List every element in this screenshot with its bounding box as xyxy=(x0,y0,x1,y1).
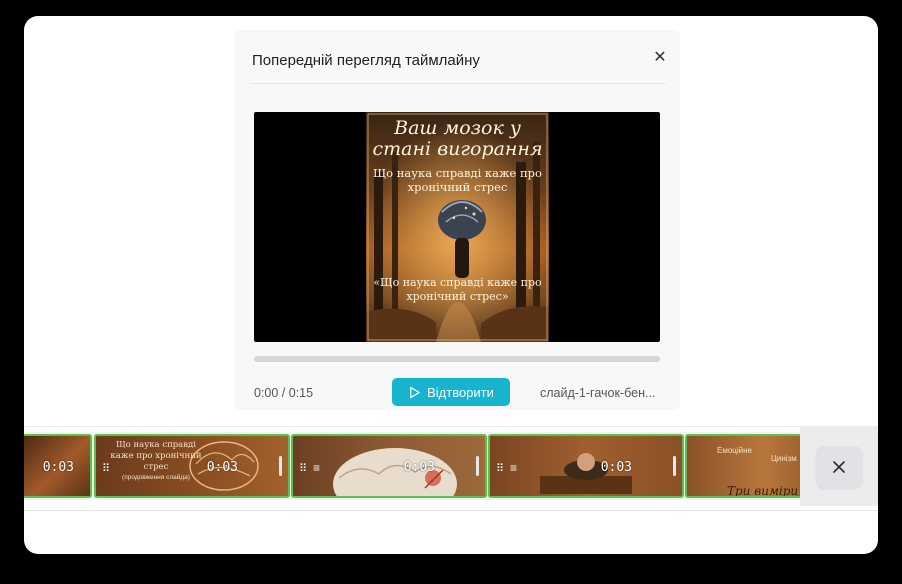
menu-icon[interactable]: ≡ xyxy=(313,461,320,475)
app-window: Попередній перегляд таймлайну ✕ Ваш мозо… xyxy=(24,16,878,554)
close-icon[interactable]: ✕ xyxy=(652,50,668,66)
file-name: слайд-1-гачок-бен... xyxy=(540,386,656,400)
clip-note: (продовження слайда) xyxy=(122,474,190,481)
clip-duration: 0:03 xyxy=(206,460,238,475)
close-button[interactable] xyxy=(816,446,862,488)
timeline-side-panel xyxy=(800,426,878,506)
timeline-track: 0:03 Що наука справді каже про хронічний… xyxy=(24,432,800,500)
divider xyxy=(24,426,878,427)
progress-bar[interactable] xyxy=(254,356,660,362)
video-player[interactable]: Ваш мозок у стані вигорання Що наука спр… xyxy=(254,112,660,342)
divider xyxy=(24,510,878,511)
play-button[interactable]: Відтворити xyxy=(392,378,510,406)
clip-caption: Три виміри xyxy=(727,484,799,498)
timeline-preview-dialog: Попередній перегляд таймлайну ✕ Ваш мозо… xyxy=(234,30,680,410)
dialog-title: Попередній перегляд таймлайну xyxy=(252,52,480,69)
timeline-clip[interactable]: 0:03 ⠿ ≡ xyxy=(488,434,684,498)
poster-quote: «Що наука справді каже про хронічний стр… xyxy=(373,276,542,303)
menu-icon[interactable]: ≡ xyxy=(510,461,517,475)
clip-caption: Цинізм xyxy=(771,454,797,463)
clip-duration: 0:03 xyxy=(403,460,435,475)
video-frame: Ваш мозок у стані вигорання Що наука спр… xyxy=(366,112,549,342)
play-button-label: Відтворити xyxy=(427,384,494,400)
timeline-clip[interactable]: 0:03 xyxy=(24,434,92,498)
clip-duration: 0:03 xyxy=(42,460,74,475)
time-display: 0:00 / 0:15 xyxy=(254,386,314,400)
clip-resize-handle[interactable] xyxy=(279,456,282,476)
divider xyxy=(250,83,666,84)
clip-resize-handle[interactable] xyxy=(476,456,479,476)
drag-handle-icon[interactable]: ⠿ xyxy=(299,462,307,475)
clip-resize-handle[interactable] xyxy=(673,456,676,476)
timeline-clip[interactable]: Емоційне Цинізм Три виміри xyxy=(685,434,800,498)
brain-illustration xyxy=(333,448,457,496)
drag-handle-icon[interactable]: ⠿ xyxy=(496,462,504,475)
clip-caption: Що наука справді каже про хронічний стре… xyxy=(110,440,202,472)
timeline-clip[interactable]: 0:03 ⠿ ≡ xyxy=(291,434,487,498)
poster-title: Ваш мозок у стані вигорання xyxy=(372,117,543,160)
clip-duration: 0:03 xyxy=(600,460,632,475)
poster-subtitle: Що наука справді каже про хронічний стре… xyxy=(373,166,542,194)
timeline-clip[interactable]: Що наука справді каже про хронічний стре… xyxy=(94,434,290,498)
close-icon xyxy=(833,461,845,473)
drag-handle-icon[interactable]: ⠿ xyxy=(102,462,110,475)
play-icon xyxy=(410,386,420,398)
clip-caption: Емоційне xyxy=(717,446,752,455)
